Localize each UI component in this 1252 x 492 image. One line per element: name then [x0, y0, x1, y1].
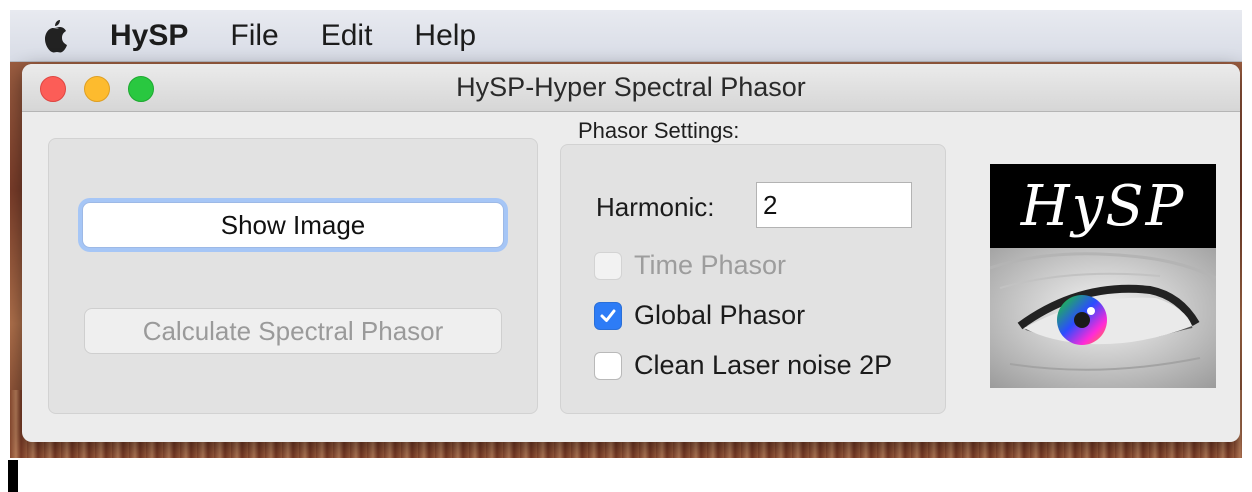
global-phasor-checkbox[interactable] — [594, 301, 622, 330]
clean-laser-noise-checkbox[interactable] — [594, 351, 622, 380]
show-image-button[interactable]: Show Image — [82, 202, 504, 248]
time-phasor-checkbox[interactable] — [594, 251, 622, 280]
clean-laser-noise-checkbox-row[interactable]: Clean Laser noise 2P — [594, 350, 892, 381]
window-titlebar[interactable]: HySP-Hyper Spectral Phasor — [22, 64, 1240, 112]
global-phasor-checkbox-row[interactable]: Global Phasor — [594, 300, 805, 331]
hysp-window: HySP-Hyper Spectral Phasor Show Image Ca… — [22, 64, 1240, 442]
harmonic-label: Harmonic: — [596, 192, 715, 222]
text-cursor — [8, 460, 18, 492]
hysp-logo: HySP — [990, 164, 1216, 388]
close-window-button[interactable] — [40, 76, 66, 102]
logo-banner: HySP — [990, 164, 1216, 248]
global-phasor-label: Global Phasor — [634, 300, 806, 330]
clean-laser-noise-label: Clean Laser noise 2P — [634, 350, 893, 380]
window-title: HySP-Hyper Spectral Phasor — [456, 72, 806, 102]
actions-panel — [48, 138, 538, 414]
harmonic-input[interactable]: 2 — [756, 182, 912, 228]
menu-app-hysp[interactable]: HySP — [110, 19, 188, 53]
desktop: HySP File Edit Help HySP-Hyper Spectral … — [10, 10, 1242, 458]
logo-text: HySP — [1020, 173, 1186, 239]
eye-image — [990, 248, 1216, 388]
menu-bar: HySP File Edit Help — [10, 10, 1242, 62]
minimize-window-button[interactable] — [84, 76, 110, 102]
calculate-spectral-phasor-button[interactable]: Calculate Spectral Phasor — [84, 308, 502, 354]
menu-help[interactable]: Help — [414, 19, 476, 53]
time-phasor-label: Time Phasor — [634, 250, 787, 280]
window-controls — [40, 76, 154, 102]
apple-logo-icon[interactable] — [38, 19, 70, 53]
phasor-settings-title: Phasor Settings: — [578, 118, 740, 143]
menu-edit[interactable]: Edit — [321, 19, 373, 53]
menu-file[interactable]: File — [230, 19, 278, 53]
checkmark-icon — [600, 309, 616, 322]
time-phasor-checkbox-row[interactable]: Time Phasor — [594, 250, 786, 281]
zoom-window-button[interactable] — [128, 76, 154, 102]
